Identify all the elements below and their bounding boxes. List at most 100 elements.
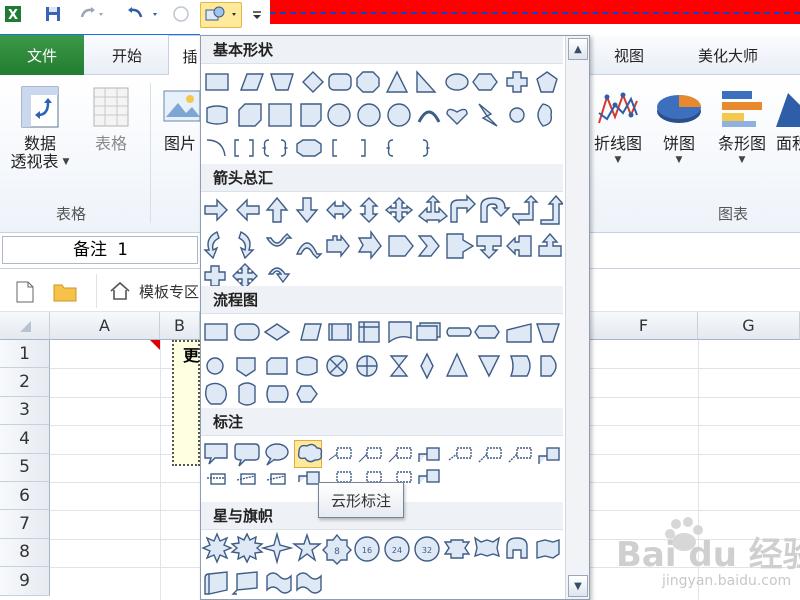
cylinder-icon	[206, 105, 228, 125]
left-right-arrow-callout-icon	[204, 265, 226, 286]
section-flowchart: 流程图	[201, 286, 563, 314]
left-arrow-icon	[236, 198, 260, 222]
bar-chart-button[interactable]: 条形图 ▼	[712, 85, 772, 165]
quad-arrow-icon	[384, 197, 414, 223]
section-block-arrows: 箭头总汇	[201, 164, 563, 192]
right-bracket-icon	[361, 139, 366, 157]
svg-text:8: 8	[334, 547, 340, 557]
row-header[interactable]: 5	[0, 453, 50, 482]
rounded-rectangle-icon	[328, 73, 352, 91]
row-header[interactable]: 3	[0, 396, 50, 426]
column-header[interactable]: G	[698, 312, 800, 340]
grid-line	[160, 340, 161, 600]
right-arrow-callout-icon	[446, 233, 475, 259]
striped-right-arrow-icon	[326, 234, 350, 258]
watermark-url: jingyan.baidu.com	[662, 573, 792, 589]
tab-file[interactable]: 文件	[0, 35, 84, 75]
quad-arrow-callout-icon	[232, 263, 258, 286]
scroll-up-icon[interactable]: ▲	[568, 38, 588, 60]
heart-icon	[446, 108, 468, 125]
save-icon[interactable]	[42, 3, 64, 25]
up-arrow-icon	[265, 196, 289, 223]
column-header[interactable]: A	[50, 312, 160, 340]
comment-indicator-icon	[150, 340, 160, 350]
select-all-corner[interactable]	[0, 312, 50, 340]
star-shapes-grid[interactable]: 8 16 24 32	[201, 532, 563, 598]
table-button[interactable]: 表格	[86, 85, 136, 155]
bent-up-arrow-icon	[540, 194, 563, 225]
pivot-table-icon	[21, 86, 59, 128]
row-header[interactable]: 7	[0, 510, 50, 539]
left-arrow-callout-icon	[506, 235, 532, 257]
line-chart-icon	[598, 92, 638, 124]
column-header[interactable]: F	[590, 312, 698, 340]
line-chart-label: 折线图	[593, 134, 642, 153]
redo-icon[interactable]	[76, 3, 106, 25]
comment-text: 更	[183, 346, 200, 365]
pie-chart-icon	[657, 95, 701, 123]
basic-shapes-grid[interactable]	[201, 66, 563, 162]
sun-icon	[509, 107, 525, 123]
no-symbol-icon	[387, 103, 411, 127]
pie-chart-label: 饼图	[662, 134, 695, 153]
area-chart-icon	[776, 93, 800, 127]
pie-chart-button[interactable]: 饼图 ▼	[654, 85, 704, 165]
diamond-icon	[302, 71, 324, 93]
picture-label: 图片	[163, 134, 196, 153]
undo-icon[interactable]	[122, 3, 162, 25]
u-turn-arrow-icon	[480, 197, 511, 223]
left-bracket-icon	[332, 139, 337, 157]
row-header[interactable]: 6	[0, 482, 50, 511]
row-header[interactable]: 1	[0, 340, 50, 369]
double-brace-icon	[262, 139, 288, 157]
scroll-down-icon[interactable]: ▼	[568, 575, 588, 597]
flowchart-shapes-grid[interactable]	[201, 316, 563, 408]
folded-corner-icon	[300, 103, 322, 127]
gallery-scrollbar[interactable]: ▲ ▼	[565, 36, 589, 599]
trapezoid-icon	[270, 73, 294, 91]
tab-home[interactable]: 开始	[96, 35, 158, 75]
customize-qat-icon[interactable]	[250, 4, 264, 24]
chevron-down-icon: ▼	[614, 155, 622, 165]
smiley-icon	[327, 103, 351, 127]
row-header[interactable]: 9	[0, 567, 50, 596]
tab-beautify[interactable]: 美化大师	[678, 35, 778, 75]
curved-up-arrow-icon	[265, 233, 293, 247]
row-header[interactable]: 2	[0, 368, 50, 397]
table-icon	[93, 87, 129, 127]
pentagon-arrow-icon	[388, 235, 414, 257]
row-header[interactable]: 8	[0, 538, 50, 568]
picture-icon	[163, 90, 200, 122]
area-chart-button[interactable]: 面积	[776, 85, 800, 155]
arrow-shapes-grid[interactable]	[201, 194, 563, 286]
home-icon	[110, 281, 130, 300]
picture-button[interactable]: 图片	[160, 85, 200, 155]
line-chart-button[interactable]: 折线图 ▼	[590, 85, 646, 165]
pivot-table-button[interactable]: 数据 透视表 ▼	[8, 85, 72, 173]
up-down-arrow-icon	[359, 197, 379, 223]
circle-icon[interactable]	[170, 3, 192, 25]
hexagon-icon	[472, 73, 498, 91]
folder-icon[interactable]	[52, 280, 78, 308]
shapes-dropdown-button[interactable]	[200, 2, 242, 28]
parallelogram-icon	[239, 73, 265, 91]
pentagon-icon	[536, 71, 558, 93]
bar-chart-icon	[722, 91, 762, 127]
group-separator	[150, 83, 151, 223]
right-triangle-icon	[416, 70, 437, 93]
tab-view[interactable]: 视图	[598, 35, 660, 75]
column-header[interactable]: B	[160, 312, 200, 340]
left-up-arrow-icon	[512, 195, 539, 226]
new-document-icon[interactable]	[14, 280, 36, 308]
chevron-arrow-icon	[417, 235, 440, 257]
oval-icon	[445, 73, 469, 91]
row-header[interactable]: 4	[0, 425, 50, 454]
title-bar-dash	[270, 12, 800, 14]
tab-template-zone[interactable]: 模板专区	[96, 274, 206, 308]
doc-tab-label: 模板专区	[139, 282, 200, 301]
quick-access-toolbar: X	[0, 0, 800, 36]
svg-text:16: 16	[362, 546, 372, 555]
name-box[interactable]: 备注 1	[2, 236, 198, 264]
pivot-label-2: 透视表	[10, 152, 59, 171]
rectangle-icon	[205, 73, 229, 91]
